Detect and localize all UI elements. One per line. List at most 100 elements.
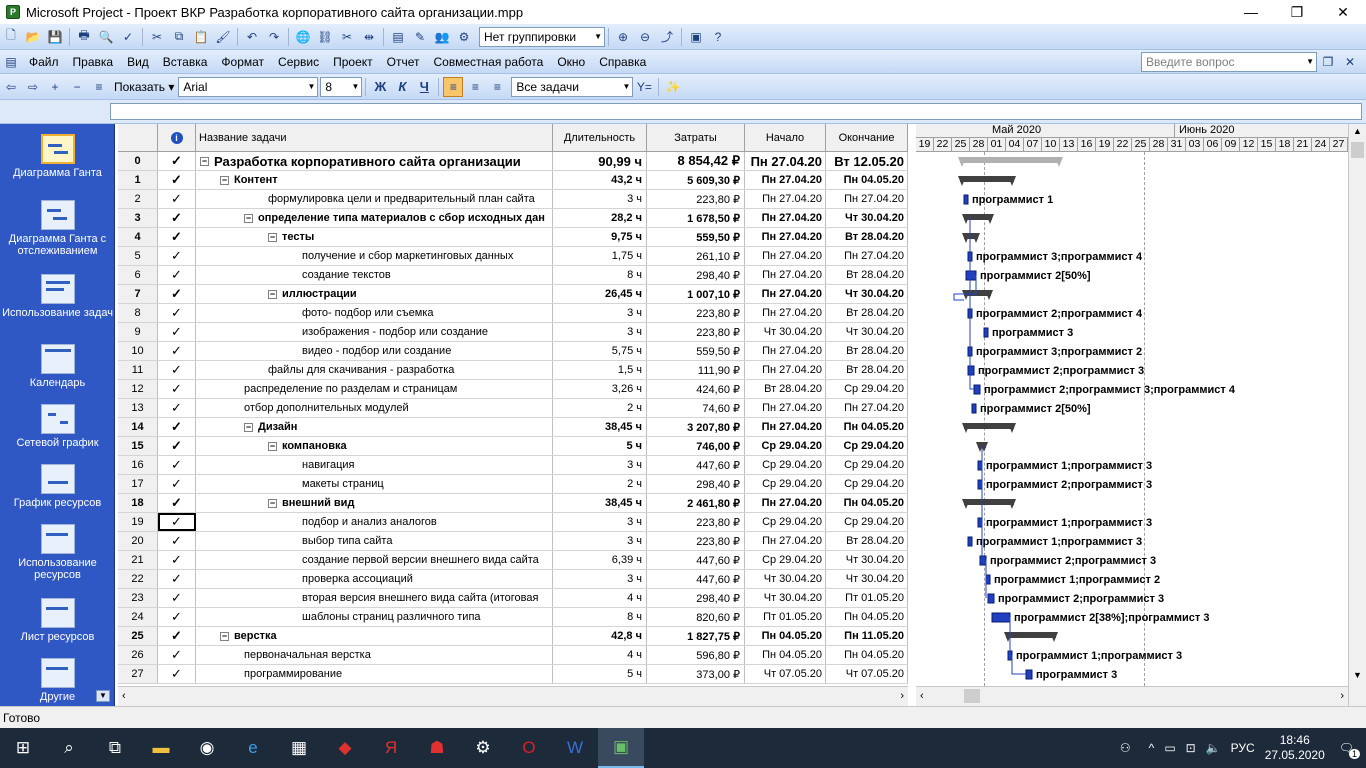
task-info-icon[interactable]: ▤ <box>388 27 408 47</box>
cost-cell[interactable]: 424,60 ₽ <box>647 380 745 398</box>
arrow-left-icon[interactable]: ⇦ <box>1 77 21 97</box>
paste-icon[interactable]: 📋 <box>191 27 211 47</box>
row-id[interactable]: 26 <box>118 646 158 664</box>
collapse-toggle-icon[interactable]: − <box>200 156 209 166</box>
bold-button[interactable]: Ж <box>370 77 390 97</box>
notifications-icon[interactable]: 🗨 1 <box>1339 741 1360 759</box>
header-info[interactable]: i <box>158 124 196 151</box>
menu-report[interactable]: Отчет <box>380 55 427 69</box>
start-cell[interactable]: Пн 27.04.20 <box>745 532 826 550</box>
network-icon[interactable]: ⊡ <box>1186 741 1196 755</box>
row-id[interactable]: 8 <box>118 304 158 322</box>
task-name-cell[interactable]: изображения - подбор или создание <box>196 323 553 341</box>
table-row[interactable]: 11 ✓ файлы для скачивания - разработка 1,5 … <box>118 361 908 380</box>
collapse-toggle-icon[interactable]: − <box>268 498 277 508</box>
view-calendar[interactable]: Календарь <box>0 344 115 389</box>
start-cell[interactable]: Пн 27.04.20 <box>745 494 826 512</box>
acrobat-icon[interactable]: ◆ <box>322 728 368 768</box>
restore-doc-icon[interactable]: ❐ <box>1318 52 1338 72</box>
cost-cell[interactable]: 261,10 ₽ <box>647 247 745 265</box>
table-row[interactable]: 26 ✓ первоначальная верстка 4 ч 596,80 ₽ Пн 0… <box>118 646 908 665</box>
scroll-to-task-icon[interactable]: ⤴ <box>657 27 677 47</box>
header-finish[interactable]: Окончание <box>826 124 908 151</box>
edge-icon[interactable]: e <box>230 728 276 768</box>
publish-icon[interactable]: ⚙ <box>454 27 474 47</box>
duration-cell[interactable]: 3 ч <box>553 190 647 208</box>
maximize-button[interactable]: ❐ <box>1274 0 1320 24</box>
table-hscrollbar[interactable]: ‹ › <box>118 686 908 706</box>
finish-cell[interactable]: Пн 27.04.20 <box>826 247 908 265</box>
task-name-cell[interactable]: видео - подбор или создание <box>196 342 553 360</box>
row-id[interactable]: 9 <box>118 323 158 341</box>
table-row[interactable]: 20 ✓ выбор типа сайта 3 ч 223,80 ₽ Пн 27.04.2… <box>118 532 908 551</box>
task-notes-icon[interactable]: ✎ <box>410 27 430 47</box>
cost-cell[interactable]: 746,00 ₽ <box>647 437 745 455</box>
assign-resources-icon[interactable]: 👥 <box>432 27 452 47</box>
row-id[interactable]: 10 <box>118 342 158 360</box>
duration-cell[interactable]: 28,2 ч <box>553 209 647 227</box>
start-icon[interactable]: ⊞ <box>0 728 46 768</box>
task-name-cell[interactable]: − верстка <box>196 627 553 645</box>
row-id[interactable]: 0 <box>118 152 158 170</box>
collapse-toggle-icon[interactable]: − <box>220 631 229 641</box>
task-name-cell[interactable]: − Дизайн <box>196 418 553 436</box>
task-name-cell[interactable]: − Разработка корпоративного сайта организ… <box>196 152 553 170</box>
start-cell[interactable]: Пн 27.04.20 <box>745 285 826 303</box>
start-cell[interactable]: Пт 01.05.20 <box>745 608 826 626</box>
row-id[interactable]: 4 <box>118 228 158 246</box>
scroll-right-icon[interactable]: › <box>900 690 904 702</box>
row-id[interactable]: 5 <box>118 247 158 265</box>
gantt-wizard-icon[interactable]: ✨ <box>663 77 683 97</box>
row-id[interactable]: 12 <box>118 380 158 398</box>
help-icon[interactable]: ? <box>708 27 728 47</box>
search-icon[interactable]: ⌕ <box>46 728 92 768</box>
cost-cell[interactable]: 820,60 ₽ <box>647 608 745 626</box>
spelling-icon[interactable]: ✓ <box>118 27 138 47</box>
row-id[interactable]: 1 <box>118 171 158 189</box>
table-row[interactable]: 13 ✓ отбор дополнительных модулей 2 ч 74,60 … <box>118 399 908 418</box>
cost-cell[interactable]: 223,80 ₽ <box>647 304 745 322</box>
cost-cell[interactable]: 559,50 ₽ <box>647 228 745 246</box>
table-row[interactable]: 10 ✓ видео - подбор или создание 5,75 ч 559,… <box>118 342 908 361</box>
start-cell[interactable]: Пн 04.05.20 <box>745 646 826 664</box>
duration-cell[interactable]: 5 ч <box>553 437 647 455</box>
start-cell[interactable]: Пн 27.04.20 <box>745 342 826 360</box>
finish-cell[interactable]: Пн 04.05.20 <box>826 646 908 664</box>
start-cell[interactable]: Ср 29.04.20 <box>745 475 826 493</box>
align-right-icon[interactable]: ≡ <box>487 77 507 97</box>
row-id[interactable]: 13 <box>118 399 158 417</box>
task-name-cell[interactable]: навигация <box>196 456 553 474</box>
start-cell[interactable]: Вт 28.04.20 <box>745 380 826 398</box>
task-name-cell[interactable]: первоначальная верстка <box>196 646 553 664</box>
row-id[interactable]: 11 <box>118 361 158 379</box>
people-icon[interactable]: ⚇ <box>1120 741 1131 755</box>
start-cell[interactable]: Пн 27.04.20 <box>745 171 826 189</box>
zoom-out-icon[interactable]: ⊖ <box>635 27 655 47</box>
finish-cell[interactable]: Чт 30.04.20 <box>826 323 908 341</box>
row-id[interactable]: 16 <box>118 456 158 474</box>
finish-cell[interactable]: Ср 29.04.20 <box>826 513 908 531</box>
row-id[interactable]: 7 <box>118 285 158 303</box>
row-id[interactable]: 14 <box>118 418 158 436</box>
start-cell[interactable]: Пн 27.04.20 <box>745 152 826 170</box>
table-row[interactable]: 23 ✓ вторая версия внешнего вида сайта (ит… <box>118 589 908 608</box>
underline-button[interactable]: Ч <box>414 77 434 97</box>
menu-view[interactable]: Вид <box>120 55 156 69</box>
finish-cell[interactable]: Пн 11.05.20 <box>826 627 908 645</box>
start-cell[interactable]: Пн 27.04.20 <box>745 228 826 246</box>
start-cell[interactable]: Пн 27.04.20 <box>745 266 826 284</box>
cost-cell[interactable]: 3 207,80 ₽ <box>647 418 745 436</box>
collapse-toggle-icon[interactable]: − <box>268 232 277 242</box>
table-row[interactable]: 3 ✓ − определение типа материалов с сбор ис… <box>118 209 908 228</box>
task-name-cell[interactable]: − Контент <box>196 171 553 189</box>
task-name-cell[interactable]: выбор типа сайта <box>196 532 553 550</box>
row-id[interactable]: 21 <box>118 551 158 569</box>
table-row[interactable]: 19 ✓ подбор и анализ аналогов 3 ч 223,80 ₽ Ср… <box>118 513 908 532</box>
scroll-up-icon[interactable]: ▲ <box>1353 126 1362 136</box>
duration-cell[interactable]: 2 ч <box>553 475 647 493</box>
menu-edit[interactable]: Правка <box>66 55 121 69</box>
save-icon[interactable]: 💾 <box>45 27 65 47</box>
row-id[interactable]: 22 <box>118 570 158 588</box>
language-indicator[interactable]: РУС <box>1231 741 1255 755</box>
menu-format[interactable]: Формат <box>214 55 271 69</box>
